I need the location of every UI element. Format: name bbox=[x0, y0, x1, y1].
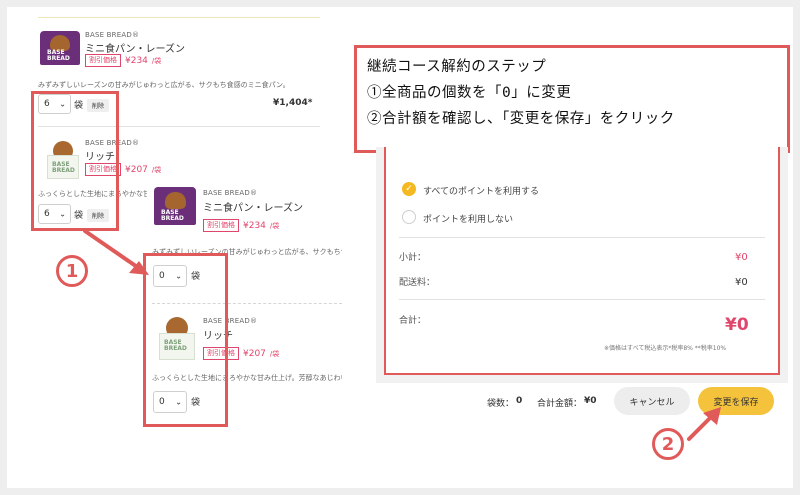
step-marker-2: 2 bbox=[652, 428, 684, 460]
instructions-step-1: ①全商品の個数を「0」に変更 bbox=[367, 85, 572, 101]
price-unit: /袋 bbox=[151, 165, 162, 174]
product-price-row: 割引価格 ¥234 /袋 bbox=[85, 54, 161, 67]
summary-divider bbox=[399, 299, 765, 300]
price-unit: /袋 bbox=[269, 221, 280, 230]
option-use-no-points[interactable]: ポイントを利用しない bbox=[423, 212, 513, 225]
highlight-frame-qty-list bbox=[31, 91, 119, 231]
product-price-row: 割引価格 ¥234 /袋 bbox=[203, 219, 279, 232]
summary-divider bbox=[399, 237, 765, 238]
product-price: ¥207 bbox=[243, 348, 266, 359]
radio-use-no-points[interactable] bbox=[402, 210, 416, 224]
product-price: ¥234 bbox=[125, 55, 148, 66]
discount-badge: 割引価格 bbox=[85, 54, 121, 67]
product-name[interactable]: ミニ食パン・レーズン bbox=[85, 40, 185, 55]
total-label: 合計： bbox=[399, 316, 427, 326]
instructions-step-2: ②合計額を確認し、「変更を保存」をクリック bbox=[367, 111, 675, 127]
discount-badge: 割引価格 bbox=[203, 219, 239, 232]
product-price: ¥207 bbox=[125, 164, 148, 175]
instructions-title: 継続コース解約のステップ bbox=[367, 59, 547, 75]
step-marker-1: 1 bbox=[56, 255, 88, 287]
instructions-box: 継続コース解約のステップ ①全商品の個数を「0」に変更 ②合計額を確認し、「変更… bbox=[354, 45, 790, 153]
product-name[interactable]: ミニ食パン・レーズン bbox=[203, 199, 303, 214]
shipping-label: 配送料： bbox=[399, 278, 436, 288]
arrow-icon bbox=[687, 407, 721, 441]
price-unit: /袋 bbox=[269, 349, 280, 358]
radio-use-all-points[interactable]: ✓ bbox=[402, 182, 416, 196]
screenshot-canvas: BASE BREAD BASE BREAD® ミニ食パン・レーズン 割引価格 ¥… bbox=[7, 7, 793, 488]
shipping-value: ¥0 bbox=[735, 277, 748, 288]
product-description: みずみずしいレーズンの甘みがじゅわっと広がる、サクもち食感のミニ食パン。 bbox=[38, 81, 290, 89]
top-divider bbox=[38, 17, 320, 18]
product-brand: BASE BREAD® bbox=[85, 31, 140, 39]
option-use-all-points[interactable]: すべてのポイントを利用する bbox=[423, 184, 539, 197]
summary-card bbox=[384, 147, 780, 375]
bag-count: 袋数： 0 bbox=[487, 396, 523, 409]
total-value: ¥0 bbox=[725, 315, 749, 335]
total-amount: 合計金額： ¥0 bbox=[537, 396, 597, 409]
subtotal-value: ¥0 bbox=[735, 252, 748, 263]
product-price: ¥234 bbox=[243, 220, 266, 231]
product-line-total: ¥1,404* bbox=[273, 98, 313, 108]
price-unit: /袋 bbox=[151, 56, 162, 65]
subtotal-label: 小計： bbox=[399, 253, 427, 263]
product-brand: BASE BREAD® bbox=[203, 189, 258, 197]
tax-note: ※価格はすべて税込表示*税率8% **税率10% bbox=[604, 345, 727, 352]
